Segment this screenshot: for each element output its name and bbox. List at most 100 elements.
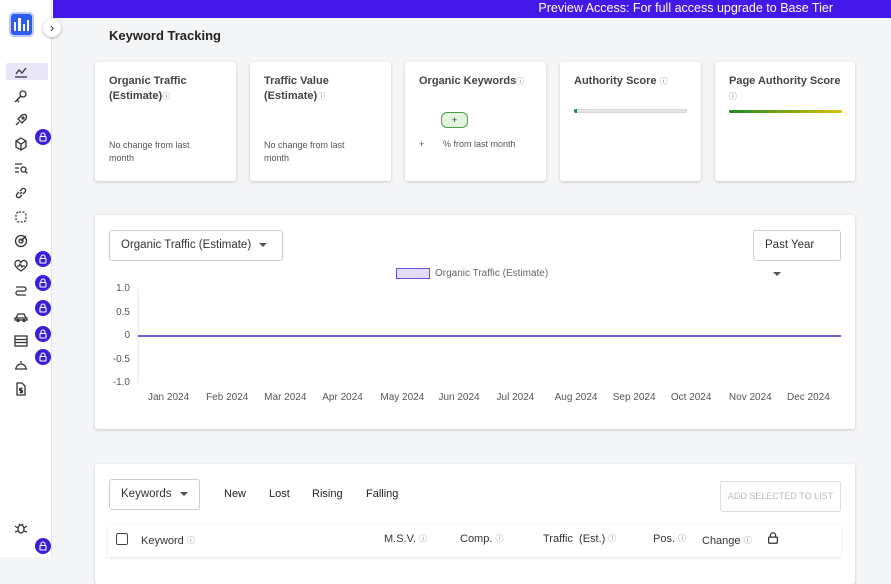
nav-item-products[interactable] — [13, 136, 29, 152]
x-tick-label: Jan 2024 — [148, 392, 190, 403]
bug-icon — [14, 523, 28, 534]
x-tick-label: Sep 2024 — [612, 392, 656, 403]
period-select[interactable]: Past Year — [753, 230, 841, 276]
chevron-down-icon — [179, 491, 188, 496]
filter-lost[interactable]: Lost — [269, 488, 290, 500]
table-icon — [14, 335, 28, 347]
metric-title: Organic Keywordsⓘ — [419, 75, 525, 87]
column-keyword[interactable]: Keyword ⓘ — [141, 535, 195, 547]
lock-icon — [35, 349, 51, 365]
nav-item-backlinks[interactable] — [13, 185, 29, 201]
metric-title: Authority Score ⓘ — [574, 75, 668, 87]
app-logo[interactable] — [9, 12, 34, 37]
metric-card-organic-keywords: Organic Keywordsⓘ + + % from last month — [405, 62, 546, 181]
x-tick-label: Jun 2024 — [438, 392, 480, 403]
column-change[interactable]: Change ⓘ — [702, 535, 752, 547]
heart-pulse-icon — [14, 259, 28, 272]
nav-item-site-health[interactable] — [13, 258, 29, 274]
lock-icon[interactable] — [766, 531, 780, 545]
info-icon[interactable]: ⓘ — [162, 92, 170, 101]
select-all-checkbox[interactable] — [116, 533, 128, 545]
info-icon[interactable]: ⓘ — [516, 77, 524, 86]
lock-icon — [35, 326, 51, 342]
info-icon[interactable]: ⓘ — [660, 77, 668, 86]
x-tick-label: Jul 2024 — [496, 392, 535, 403]
info-icon[interactable]: ⓘ — [729, 92, 737, 101]
page-title: Keyword Tracking — [109, 28, 221, 43]
sidebar-collapse-button[interactable]: › — [43, 19, 61, 37]
plot-area — [137, 289, 841, 383]
document-dollar-icon — [16, 382, 26, 396]
table-header: Keyword ⓘ M.S.V. ⓘ Comp. ⓘ Traffic (Est.… — [108, 525, 841, 557]
filter-falling[interactable]: Falling — [366, 488, 398, 500]
page-authority-score-fill — [729, 110, 842, 113]
nav-item-routes[interactable] — [13, 283, 29, 299]
key-icon — [14, 90, 27, 103]
target-icon — [14, 234, 28, 248]
y-tick-label: -0.5 — [112, 353, 130, 365]
nav-item-services[interactable] — [13, 357, 29, 373]
info-icon: ⓘ — [608, 534, 617, 543]
keyword-change-sign: + — [419, 139, 425, 149]
info-icon[interactable]: ⓘ — [317, 92, 325, 101]
y-tick-label: 1.0 — [116, 283, 130, 294]
metric-card-organic-traffic: Organic Traffic (Estimate)ⓘ No change fro… — [95, 62, 236, 181]
chart-legend[interactable]: Organic Traffic (Estimate) — [396, 268, 548, 279]
column-traffic[interactable]: Traffic (Est.) ⓘ — [543, 533, 616, 545]
authority-score-fill — [574, 109, 578, 113]
info-icon: ⓘ — [419, 534, 428, 543]
info-icon: ⓘ — [678, 534, 687, 543]
page-authority-score-bar — [729, 110, 842, 113]
lock-icon — [35, 538, 51, 554]
column-competition[interactable]: Comp. ⓘ — [460, 533, 503, 545]
cube-icon — [15, 137, 27, 151]
x-tick-label: Nov 2024 — [728, 392, 772, 403]
chevron-down-icon — [259, 242, 268, 247]
metric-change-text: % from last month — [443, 139, 516, 149]
trend-chart-icon — [15, 67, 27, 78]
nav-item-targets[interactable] — [13, 233, 29, 249]
x-tick-label: Mar 2024 — [264, 392, 307, 403]
authority-score-bar — [574, 109, 687, 113]
lock-icon — [35, 300, 51, 316]
y-tick-label: 0 — [124, 330, 130, 341]
filter-new[interactable]: New — [224, 488, 246, 500]
metric-title: Traffic Value (Estimate)ⓘ — [264, 75, 329, 102]
chevron-right-icon: › — [49, 20, 55, 35]
info-icon: ⓘ — [186, 536, 195, 545]
y-tick-label: 0.5 — [116, 306, 130, 318]
add-selected-to-list-button[interactable]: ADD SELECTED TO LIST — [720, 481, 841, 512]
nav-item-keywords[interactable] — [13, 88, 29, 104]
info-icon: ⓘ — [495, 534, 504, 543]
nav-item-billing[interactable] — [13, 381, 29, 397]
x-tick-label: Apr 2024 — [322, 392, 363, 403]
preview-banner[interactable]: Preview Access: For full access upgrade … — [53, 0, 891, 18]
keywords-select[interactable]: Keywords — [109, 479, 200, 510]
cloche-icon — [15, 361, 27, 370]
x-tick-label: Aug 2024 — [554, 392, 598, 403]
nav-item-search-audit[interactable] — [13, 160, 29, 176]
nav-item-boost[interactable] — [13, 112, 29, 128]
filter-rising[interactable]: Rising — [312, 488, 343, 500]
y-tick-label: -1.0 — [112, 377, 130, 388]
rocket-icon — [15, 113, 28, 126]
banner-text: Preview Access: For full access upgrade … — [538, 1, 833, 15]
legend-label: Organic Traffic (Estimate) — [435, 268, 549, 280]
nav-item-rank-tracking[interactable] — [6, 63, 48, 80]
nav-item-broken-links[interactable] — [13, 209, 29, 225]
sidebar — [0, 0, 52, 557]
nav-item-debug[interactable] — [13, 520, 29, 536]
nav-item-drive[interactable] — [13, 308, 29, 324]
nav-item-reports[interactable] — [13, 333, 29, 349]
x-tick-label: Oct 2024 — [670, 392, 712, 403]
metric-select[interactable]: Organic Traffic (Estimate) — [109, 230, 283, 261]
x-tick-label: Dec 2024 — [787, 392, 830, 403]
keyword-change-badge: + — [441, 112, 468, 128]
legend-swatch — [396, 268, 430, 279]
column-msv[interactable]: M.S.V. ⓘ — [384, 533, 427, 545]
metric-card-authority-score: Authority Score ⓘ — [560, 62, 701, 181]
column-position[interactable]: Pos. ⓘ — [653, 533, 686, 545]
metric-card-traffic-value: Traffic Value (Estimate)ⓘ No change from … — [250, 62, 391, 181]
lock-icon — [35, 129, 51, 145]
metric-title: Page Authority Score ⓘ — [729, 75, 841, 101]
